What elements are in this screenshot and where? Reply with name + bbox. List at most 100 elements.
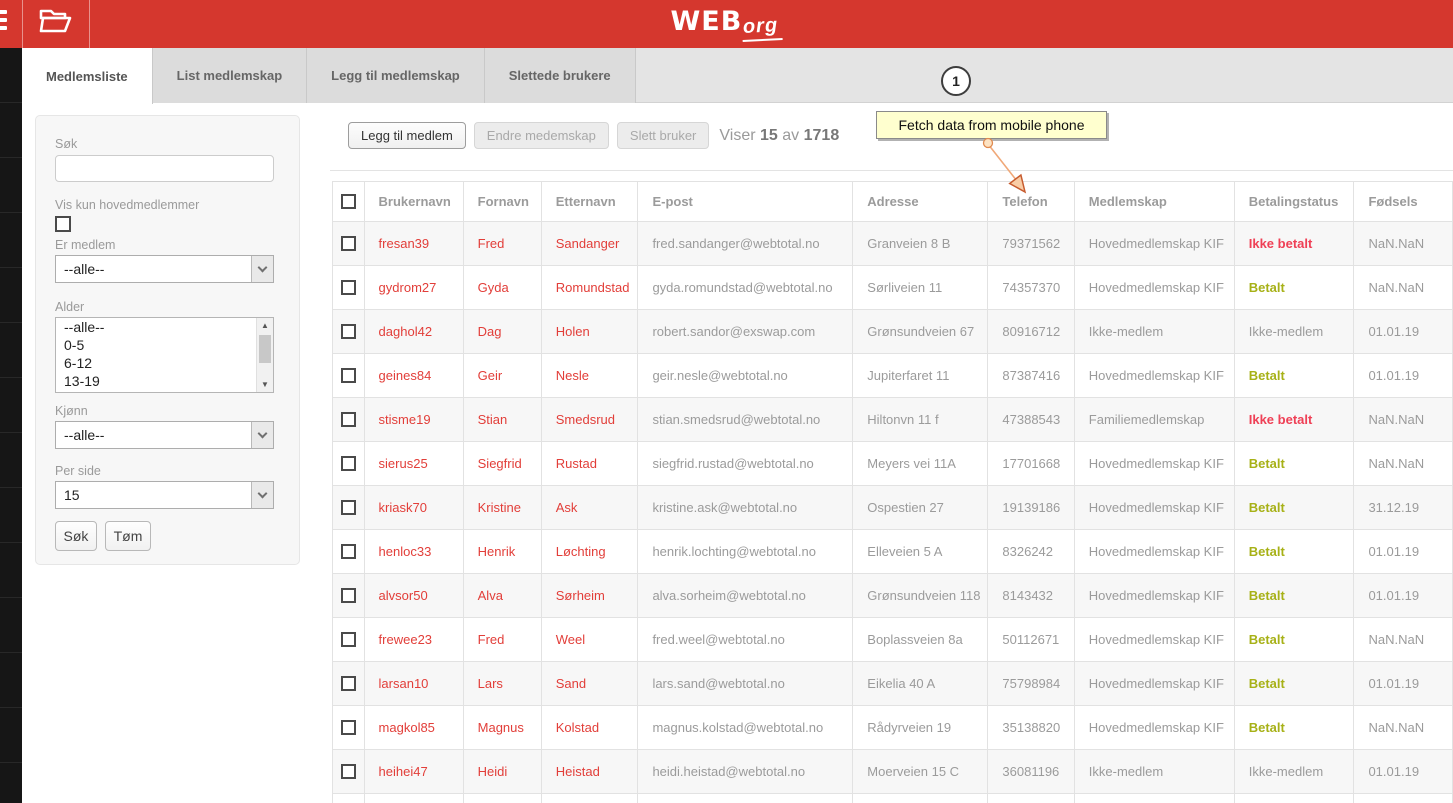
age-option[interactable]: 0-5 — [56, 336, 273, 354]
last-name-link[interactable]: Weel — [540, 617, 639, 662]
column-header-brukernavn[interactable]: Brukernavn — [363, 181, 464, 222]
row-checkbox[interactable] — [340, 412, 356, 427]
column-header-e-post[interactable]: E-post — [637, 181, 854, 222]
edit-membership-button[interactable]: Endre medemskap — [473, 122, 609, 149]
column-header-medlemskap[interactable]: Medlemskap — [1073, 181, 1235, 222]
scrollbar-thumb[interactable] — [259, 335, 271, 363]
row-select-cell — [332, 705, 365, 750]
first-name-link[interactable]: Siegfrid — [462, 441, 542, 486]
per-page-select[interactable]: 15 — [55, 481, 274, 509]
row-checkbox[interactable] — [340, 236, 356, 251]
select-all-checkbox[interactable] — [340, 194, 356, 209]
add-member-button[interactable]: Legg til medlem — [348, 122, 466, 149]
column-header-fødsels[interactable]: Fødsels — [1353, 181, 1453, 222]
row-checkbox[interactable] — [340, 456, 356, 471]
gender-value: --alle-- — [64, 427, 105, 443]
collapsed-side-nav[interactable] — [0, 48, 22, 803]
last-name-link[interactable]: Nesle — [540, 353, 639, 398]
payment-status: Betalt — [1233, 265, 1355, 310]
age-listbox[interactable]: --alle--0-56-1213-1920-26 ▲ ▼ — [55, 317, 274, 393]
phone-cell: 50112671 — [987, 617, 1075, 662]
listbox-scrollbar[interactable]: ▲ ▼ — [256, 318, 273, 392]
row-checkbox[interactable] — [340, 500, 356, 515]
last-name-link[interactable]: Sand — [540, 661, 639, 706]
tab-medlemsliste[interactable]: Medlemsliste — [22, 48, 153, 104]
search-input[interactable] — [55, 155, 274, 182]
row-select-cell — [332, 353, 365, 398]
is-member-select[interactable]: --alle-- — [55, 255, 274, 283]
tab-legg-til-medlemskap[interactable]: Legg til medlemskap — [307, 48, 485, 103]
first-name-link[interactable]: Magnus — [462, 705, 542, 750]
username-link[interactable]: heihei47 — [363, 749, 464, 794]
column-header-betalingstatus[interactable]: Betalingstatus — [1233, 181, 1355, 222]
row-checkbox[interactable] — [340, 632, 356, 647]
last-name-link[interactable] — [540, 793, 639, 803]
scroll-up-icon[interactable]: ▲ — [257, 318, 273, 333]
last-name-link[interactable]: Heistad — [540, 749, 639, 794]
username-link[interactable]: gydrom27 — [363, 265, 464, 310]
first-name-link[interactable]: Fred — [462, 617, 542, 662]
first-name-link[interactable]: Fred — [462, 221, 542, 266]
username-link[interactable]: larsan10 — [363, 661, 464, 706]
scroll-down-icon[interactable]: ▼ — [257, 377, 273, 392]
main-members-checkbox[interactable] — [55, 216, 71, 232]
last-name-link[interactable]: Romundstad — [540, 265, 639, 310]
username-link[interactable]: alvsor50 — [363, 573, 464, 618]
last-name-link[interactable]: Sandanger — [540, 221, 639, 266]
row-checkbox[interactable] — [340, 764, 356, 779]
tab-slettede-brukere[interactable]: Slettede brukere — [484, 48, 636, 103]
address-cell: Eikelia 40 A — [852, 661, 989, 706]
last-name-link[interactable]: Sørheim — [540, 573, 639, 618]
row-checkbox[interactable] — [340, 588, 356, 603]
username-link[interactable]: stisme19 — [363, 397, 464, 442]
row-checkbox[interactable] — [340, 676, 356, 691]
row-select-cell — [332, 529, 365, 574]
column-header-fornavn[interactable]: Fornavn — [462, 181, 542, 222]
last-name-link[interactable]: Holen — [540, 309, 639, 354]
search-button[interactable]: Søk — [55, 521, 97, 551]
first-name-link[interactable]: Lars — [462, 661, 542, 706]
clear-button[interactable]: Tøm — [105, 521, 151, 551]
username-link[interactable]: kriask70 — [363, 485, 464, 530]
first-name-link[interactable]: Dag — [462, 309, 542, 354]
first-name-link[interactable]: Alva — [462, 573, 542, 618]
gender-select[interactable]: --alle-- — [55, 421, 274, 449]
username-link[interactable]: magkol85 — [363, 705, 464, 750]
row-checkbox[interactable] — [340, 720, 356, 735]
table-row: magkol85 Magnus Kolstad magnus.kolstad@webt… — [332, 705, 1453, 750]
first-name-link[interactable]: Gyda — [462, 265, 542, 310]
row-checkbox[interactable] — [340, 544, 356, 559]
first-name-link[interactable]: Heidi — [462, 749, 542, 794]
row-checkbox[interactable] — [340, 324, 356, 339]
first-name-link[interactable]: Kristine — [462, 485, 542, 530]
first-name-link[interactable]: Stian — [462, 397, 542, 442]
age-option[interactable]: --alle-- — [56, 318, 273, 336]
username-link[interactable] — [363, 793, 464, 803]
last-name-link[interactable]: Ask — [540, 485, 639, 530]
username-link[interactable]: sierus25 — [363, 441, 464, 486]
age-option[interactable]: 6-12 — [56, 354, 273, 372]
delete-user-button[interactable]: Slett bruker — [616, 122, 710, 149]
username-link[interactable]: henloc33 — [363, 529, 464, 574]
column-header-etternavn[interactable]: Etternavn — [540, 181, 639, 222]
tab-list-medlemskap[interactable]: List medlemskap — [152, 48, 308, 103]
username-link[interactable]: frewee23 — [363, 617, 464, 662]
first-name-link[interactable]: Geir — [462, 353, 542, 398]
chevron-down-icon — [251, 422, 273, 448]
last-name-link[interactable]: Kolstad — [540, 705, 639, 750]
row-checkbox[interactable] — [340, 280, 356, 295]
email-cell: henrik.lochting@webtotal.no — [637, 529, 854, 574]
first-name-link[interactable]: Henrik — [462, 529, 542, 574]
age-option[interactable]: 13-19 — [56, 372, 273, 390]
member-table: Brukernavn Fornavn Etternavn E-post Adresse T… — [332, 181, 1453, 803]
row-checkbox[interactable] — [340, 368, 356, 383]
first-name-link[interactable] — [462, 793, 542, 803]
last-name-link[interactable]: Løchting — [540, 529, 639, 574]
age-option[interactable]: 20-26 — [56, 390, 273, 392]
last-name-link[interactable]: Rustad — [540, 441, 639, 486]
username-link[interactable]: daghol42 — [363, 309, 464, 354]
email-cell: heidi.heistad@webtotal.no — [637, 749, 854, 794]
username-link[interactable]: fresan39 — [363, 221, 464, 266]
last-name-link[interactable]: Smedsrud — [540, 397, 639, 442]
username-link[interactable]: geines84 — [363, 353, 464, 398]
